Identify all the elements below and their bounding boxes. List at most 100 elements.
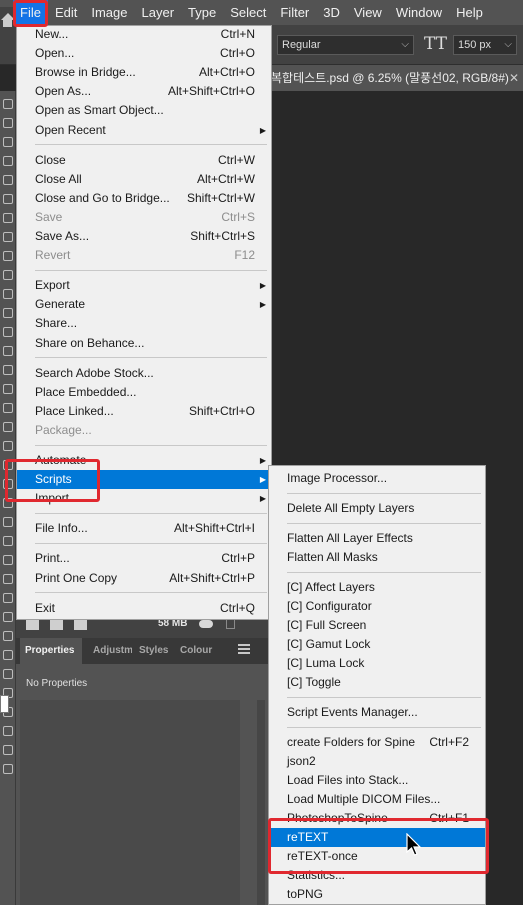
- tool-icon[interactable]: [3, 460, 13, 470]
- tool-icon[interactable]: [3, 422, 13, 432]
- menu-filter[interactable]: Filter: [273, 0, 316, 25]
- file-menu-item-print-one-copy[interactable]: Print One Copy Alt+Shift+Ctrl+P: [17, 569, 271, 588]
- file-menu-item-print[interactable]: Print... Ctrl+P: [17, 549, 271, 568]
- tool-icon[interactable]: [3, 213, 13, 223]
- tool-icon[interactable]: [3, 175, 13, 185]
- file-menu-item-close-all[interactable]: Close All Alt+Ctrl+W: [17, 170, 271, 189]
- scripts-menu-item-c-toggle[interactable]: [C] Toggle: [269, 673, 485, 692]
- close-icon[interactable]: ✕: [509, 65, 519, 91]
- file-menu-item-open-as[interactable]: Open As... Alt+Shift+Ctrl+O: [17, 82, 271, 101]
- properties-scrollbar[interactable]: [257, 700, 265, 905]
- tab-styles[interactable]: Styles: [134, 638, 174, 664]
- font-style-select[interactable]: Regular ⌵: [277, 35, 414, 55]
- menu-view[interactable]: View: [347, 0, 389, 25]
- tool-icon[interactable]: [3, 137, 13, 147]
- tool-icon[interactable]: [3, 612, 13, 622]
- tool-icon[interactable]: [3, 498, 13, 508]
- tool-icon[interactable]: [3, 346, 13, 356]
- tool-icon[interactable]: [3, 270, 13, 280]
- panel-menu-icon[interactable]: [238, 644, 250, 656]
- scripts-menu-item-flatten-all-masks[interactable]: Flatten All Masks: [269, 548, 485, 567]
- file-menu-item-new[interactable]: New... Ctrl+N: [17, 25, 271, 44]
- tool-icon[interactable]: [3, 555, 13, 565]
- menu-select[interactable]: Select: [223, 0, 273, 25]
- tool-icon[interactable]: [3, 593, 13, 603]
- scripts-menu-item-c-configurator[interactable]: [C] Configurator: [269, 597, 485, 616]
- scripts-menu-item-json2[interactable]: json2: [269, 752, 485, 771]
- file-menu-item-export[interactable]: Export ▶: [17, 276, 271, 295]
- tool-icon[interactable]: [3, 232, 13, 242]
- tool-icon[interactable]: [3, 764, 13, 774]
- tool-icon[interactable]: [3, 479, 13, 489]
- file-menu-item-open-recent[interactable]: Open Recent ▶: [17, 121, 271, 140]
- file-menu-item-close-and-go-to-bridge[interactable]: Close and Go to Bridge... Shift+Ctrl+W: [17, 189, 271, 208]
- document-tab[interactable]: 복합테스트.psd @ 6.25% (말풍선02, RGB/8#) ✕: [270, 65, 523, 91]
- tool-icon[interactable]: [3, 745, 13, 755]
- menu-edit[interactable]: Edit: [48, 0, 84, 25]
- tool-icon[interactable]: [3, 574, 13, 584]
- scripts-menu-item-c-full-screen[interactable]: [C] Full Screen: [269, 616, 485, 635]
- scripts-menu-item-flatten-all-layer-effects[interactable]: Flatten All Layer Effects: [269, 529, 485, 548]
- scripts-menu-item-load-files-into-stack[interactable]: Load Files into Stack...: [269, 771, 485, 790]
- file-menu-item-import[interactable]: Import ▶: [17, 489, 271, 508]
- menu-type[interactable]: Type: [181, 0, 223, 25]
- file-menu-item-automate[interactable]: Automate ▶: [17, 451, 271, 470]
- scripts-menu-item-topng[interactable]: toPNG: [269, 885, 485, 904]
- menu-3d[interactable]: 3D: [316, 0, 347, 25]
- scripts-menu-item-load-multiple-dicom-files[interactable]: Load Multiple DICOM Files...: [269, 790, 485, 809]
- menu-window[interactable]: Window: [389, 0, 449, 25]
- tool-icon[interactable]: [3, 308, 13, 318]
- file-menu-item-open[interactable]: Open... Ctrl+O: [17, 44, 271, 63]
- scripts-menu-item-statistics[interactable]: Statistics...: [269, 866, 485, 885]
- file-menu-item-close[interactable]: Close Ctrl+W: [17, 151, 271, 170]
- tool-icon[interactable]: [3, 403, 13, 413]
- tab-properties[interactable]: Properties: [20, 638, 82, 664]
- tool-icon[interactable]: [3, 517, 13, 527]
- tool-icon[interactable]: [3, 650, 13, 660]
- scripts-menu-item-script-events-manager[interactable]: Script Events Manager...: [269, 703, 485, 722]
- scripts-menu-item-c-luma-lock[interactable]: [C] Luma Lock: [269, 654, 485, 673]
- tool-icon[interactable]: [3, 726, 13, 736]
- scripts-menu-item-retext-once[interactable]: reTEXT-once: [269, 847, 485, 866]
- file-menu-item-scripts[interactable]: Scripts ▶: [17, 470, 271, 490]
- tab-adjustments[interactable]: Adjustm: [88, 638, 132, 664]
- file-menu-item-share-on-behance[interactable]: Share on Behance...: [17, 334, 271, 353]
- home-icon[interactable]: [0, 7, 15, 33]
- file-menu-item-browse-in-bridge[interactable]: Browse in Bridge... Alt+Ctrl+O: [17, 63, 271, 82]
- tool-icon[interactable]: [3, 327, 13, 337]
- tool-icon[interactable]: [3, 441, 13, 451]
- tool-icon[interactable]: [3, 384, 13, 394]
- scripts-menu-item-photoshoptospine[interactable]: PhotoshopToSpine Ctrl+F1: [269, 809, 485, 828]
- tool-icon[interactable]: [3, 156, 13, 166]
- file-menu-item-place-linked[interactable]: Place Linked... Shift+Ctrl+O: [17, 402, 271, 421]
- file-menu-item-save-as[interactable]: Save As... Shift+Ctrl+S: [17, 227, 271, 246]
- tool-icon[interactable]: [3, 194, 13, 204]
- file-menu-item-place-embedded[interactable]: Place Embedded...: [17, 383, 271, 402]
- tool-icon[interactable]: [3, 536, 13, 546]
- tool-icon[interactable]: [3, 669, 13, 679]
- tool-icon[interactable]: [3, 99, 13, 109]
- scripts-menu-item-create-folders-for-spine[interactable]: create Folders for Spine Ctrl+F2: [269, 733, 485, 752]
- scripts-menu-item-image-processor[interactable]: Image Processor...: [269, 469, 485, 488]
- tool-icon[interactable]: [3, 631, 13, 641]
- menu-layer[interactable]: Layer: [135, 0, 182, 25]
- file-menu-item-share[interactable]: Share...: [17, 314, 271, 333]
- tool-icon[interactable]: [3, 118, 13, 128]
- tool-icon[interactable]: [3, 289, 13, 299]
- font-size-select[interactable]: 150 px ⌵: [453, 35, 517, 55]
- tool-icon[interactable]: [3, 365, 13, 375]
- color-swatch[interactable]: [0, 695, 9, 713]
- file-menu-item-exit[interactable]: Exit Ctrl+Q: [17, 599, 271, 618]
- tool-icon[interactable]: [3, 251, 13, 261]
- tab-colour[interactable]: Colour: [175, 638, 218, 664]
- scripts-menu-item-c-gamut-lock[interactable]: [C] Gamut Lock: [269, 635, 485, 654]
- menu-help[interactable]: Help: [449, 0, 490, 25]
- file-menu-item-search-adobe-stock[interactable]: Search Adobe Stock...: [17, 364, 271, 383]
- file-menu-item-open-as-smart-object[interactable]: Open as Smart Object...: [17, 101, 271, 120]
- menu-image[interactable]: Image: [84, 0, 134, 25]
- scripts-menu-item-c-affect-layers[interactable]: [C] Affect Layers: [269, 578, 485, 597]
- menu-file[interactable]: File: [13, 0, 48, 25]
- scripts-menu-item-retext[interactable]: reTEXT: [269, 828, 485, 847]
- scripts-menu-item-delete-all-empty-layers[interactable]: Delete All Empty Layers: [269, 499, 485, 518]
- file-menu-item-file-info[interactable]: File Info... Alt+Shift+Ctrl+I: [17, 519, 271, 538]
